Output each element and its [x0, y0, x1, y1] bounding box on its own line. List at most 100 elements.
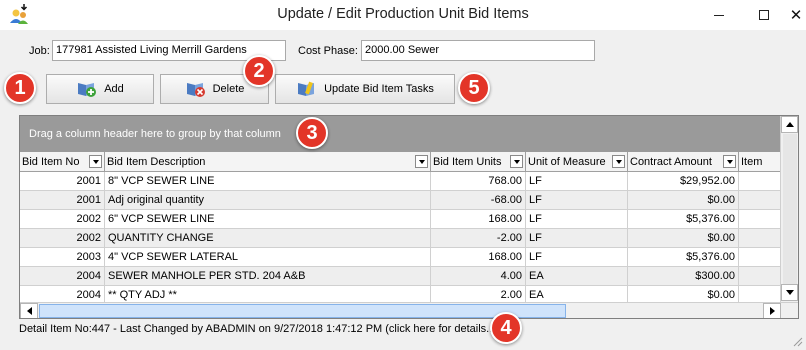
add-book-icon: [78, 83, 97, 97]
bid-item-no-cell: 2004: [20, 267, 105, 286]
minimize-button[interactable]: [697, 0, 741, 30]
table-row[interactable]: 2001 8" VCP SEWER LINE 768.00 LF $29,952…: [20, 172, 780, 191]
column-header-label: Item: [741, 156, 763, 168]
column-header-label: Bid Item Units: [433, 156, 502, 168]
contract-amount-cell: $0.00: [628, 191, 739, 210]
column-filter-dropdown[interactable]: [415, 155, 428, 168]
table-row[interactable]: 2001 Adj original quantity -68.00 LF $0.…: [20, 191, 780, 210]
column-filter-dropdown[interactable]: [510, 155, 523, 168]
units-cell: 168.00: [431, 210, 526, 229]
column-header-item[interactable]: Item: [739, 152, 780, 172]
horizontal-scrollbar[interactable]: [20, 302, 798, 318]
uom-cell: LF: [526, 229, 628, 248]
table-row[interactable]: 2004 ** QTY ADJ ** 2.00 EA $0.00: [20, 286, 780, 302]
chevron-down-icon: [615, 159, 622, 164]
chevron-down-icon: [92, 159, 99, 164]
bid-item-no-cell: 2002: [20, 229, 105, 248]
column-filter-dropdown[interactable]: [723, 155, 736, 168]
bid-item-no-cell: 2001: [20, 191, 105, 210]
add-button-label: Add: [104, 83, 124, 95]
uom-cell: LF: [526, 191, 628, 210]
update-tasks-button-label: Update Bid Item Tasks: [324, 83, 434, 95]
callout-marker-1: 1: [4, 72, 36, 104]
bid-item-no-cell: 2003: [20, 248, 105, 267]
uom-cell: EA: [526, 267, 628, 286]
column-header-unit-of-measure[interactable]: Unit of Measure: [526, 152, 628, 172]
title-bar: Update / Edit Production Unit Bid Items …: [0, 0, 806, 30]
arrow-left-icon: [26, 307, 32, 315]
chevron-down-icon: [418, 159, 425, 164]
column-header-label: Bid Item Description: [107, 156, 206, 168]
table-row[interactable]: 2004 SEWER MANHOLE PER STD. 204 A&B 4.00…: [20, 267, 780, 286]
close-button[interactable]: ✕: [786, 0, 806, 30]
arrow-up-icon: [785, 122, 794, 127]
window-title: Update / Edit Production Unit Bid Items: [277, 6, 529, 22]
units-cell: 2.00: [431, 286, 526, 302]
contract-amount-cell: $5,376.00: [628, 248, 739, 267]
description-cell: ** QTY ADJ **: [105, 286, 431, 302]
uom-cell: LF: [526, 172, 628, 191]
column-filter-dropdown[interactable]: [612, 155, 625, 168]
arrow-right-icon: [769, 307, 775, 315]
cost-phase-field[interactable]: 2000.00 Sewer: [361, 40, 595, 61]
vertical-scrollbar[interactable]: [780, 116, 798, 302]
description-cell: 4" VCP SEWER LATERAL: [105, 248, 431, 267]
grid-body: 2001 8" VCP SEWER LINE 768.00 LF $29,952…: [20, 172, 780, 302]
description-cell: Adj original quantity: [105, 191, 431, 210]
update-tasks-book-icon: [298, 81, 315, 96]
contract-amount-cell: $0.00: [628, 286, 739, 302]
resize-grip-icon[interactable]: [790, 334, 804, 348]
bid-items-grid: Drag a column header here to group by th…: [19, 115, 799, 319]
uom-cell: EA: [526, 286, 628, 302]
table-row[interactable]: 2003 4" VCP SEWER LATERAL 168.00 LF $5,3…: [20, 248, 780, 267]
scroll-down-button[interactable]: [781, 284, 798, 301]
group-by-bar[interactable]: Drag a column header here to group by th…: [20, 116, 780, 152]
delete-button-label: Delete: [212, 83, 245, 95]
column-filter-dropdown[interactable]: [89, 155, 102, 168]
maximize-button[interactable]: [742, 0, 786, 30]
table-row[interactable]: 2002 QUANTITY CHANGE -2.00 LF $0.00: [20, 229, 780, 248]
scroll-up-button[interactable]: [781, 116, 798, 133]
units-cell: -68.00: [431, 191, 526, 210]
table-row[interactable]: 2002 6" VCP SEWER LINE 168.00 LF $5,376.…: [20, 210, 780, 229]
vertical-scroll-thumb[interactable]: [783, 134, 797, 284]
uom-cell: LF: [526, 248, 628, 267]
column-header-bid-item-no[interactable]: Bid Item No: [20, 152, 105, 172]
column-header-label: Unit of Measure: [528, 156, 606, 168]
scroll-left-button[interactable]: [20, 303, 38, 318]
contract-amount-cell: $5,376.00: [628, 210, 739, 229]
column-header-label: Contract Amount: [630, 156, 712, 168]
cost-phase-label: Cost Phase:: [298, 45, 358, 57]
job-label: Job:: [29, 45, 50, 57]
column-header-bid-item-units[interactable]: Bid Item Units: [431, 152, 526, 172]
description-cell: SEWER MANHOLE PER STD. 204 A&B: [105, 267, 431, 286]
maximize-icon: [759, 10, 769, 20]
bid-item-no-cell: 2001: [20, 172, 105, 191]
callout-marker-5: 5: [458, 72, 490, 104]
callout-marker-3: 3: [296, 117, 328, 149]
column-header-contract-amount[interactable]: Contract Amount: [628, 152, 739, 172]
detail-status-link[interactable]: Detail Item No:447 - Last Changed by ABA…: [19, 322, 799, 338]
column-header-label: Bid Item No: [22, 156, 80, 168]
chevron-down-icon: [726, 159, 733, 164]
close-icon: ✕: [789, 6, 803, 24]
callout-marker-4: 4: [490, 312, 522, 344]
uom-cell: LF: [526, 210, 628, 229]
horizontal-scroll-thumb[interactable]: [39, 304, 566, 318]
arrow-down-icon: [785, 290, 794, 295]
update-bid-item-tasks-button[interactable]: Update Bid Item Tasks: [275, 74, 455, 104]
units-cell: 168.00: [431, 248, 526, 267]
scroll-right-button[interactable]: [763, 303, 781, 318]
contract-amount-cell: $29,952.00: [628, 172, 739, 191]
units-cell: -2.00: [431, 229, 526, 248]
callout-marker-2: 2: [243, 55, 275, 87]
grid-header: Bid Item No Bid Item Description Bid Ite…: [20, 152, 780, 172]
minimize-icon: [714, 14, 724, 16]
contract-amount-cell: $300.00: [628, 267, 739, 286]
add-button[interactable]: Add: [46, 74, 154, 104]
description-cell: 8" VCP SEWER LINE: [105, 172, 431, 191]
column-header-bid-item-description[interactable]: Bid Item Description: [105, 152, 431, 172]
description-cell: QUANTITY CHANGE: [105, 229, 431, 248]
bid-item-no-cell: 2002: [20, 210, 105, 229]
units-cell: 4.00: [431, 267, 526, 286]
